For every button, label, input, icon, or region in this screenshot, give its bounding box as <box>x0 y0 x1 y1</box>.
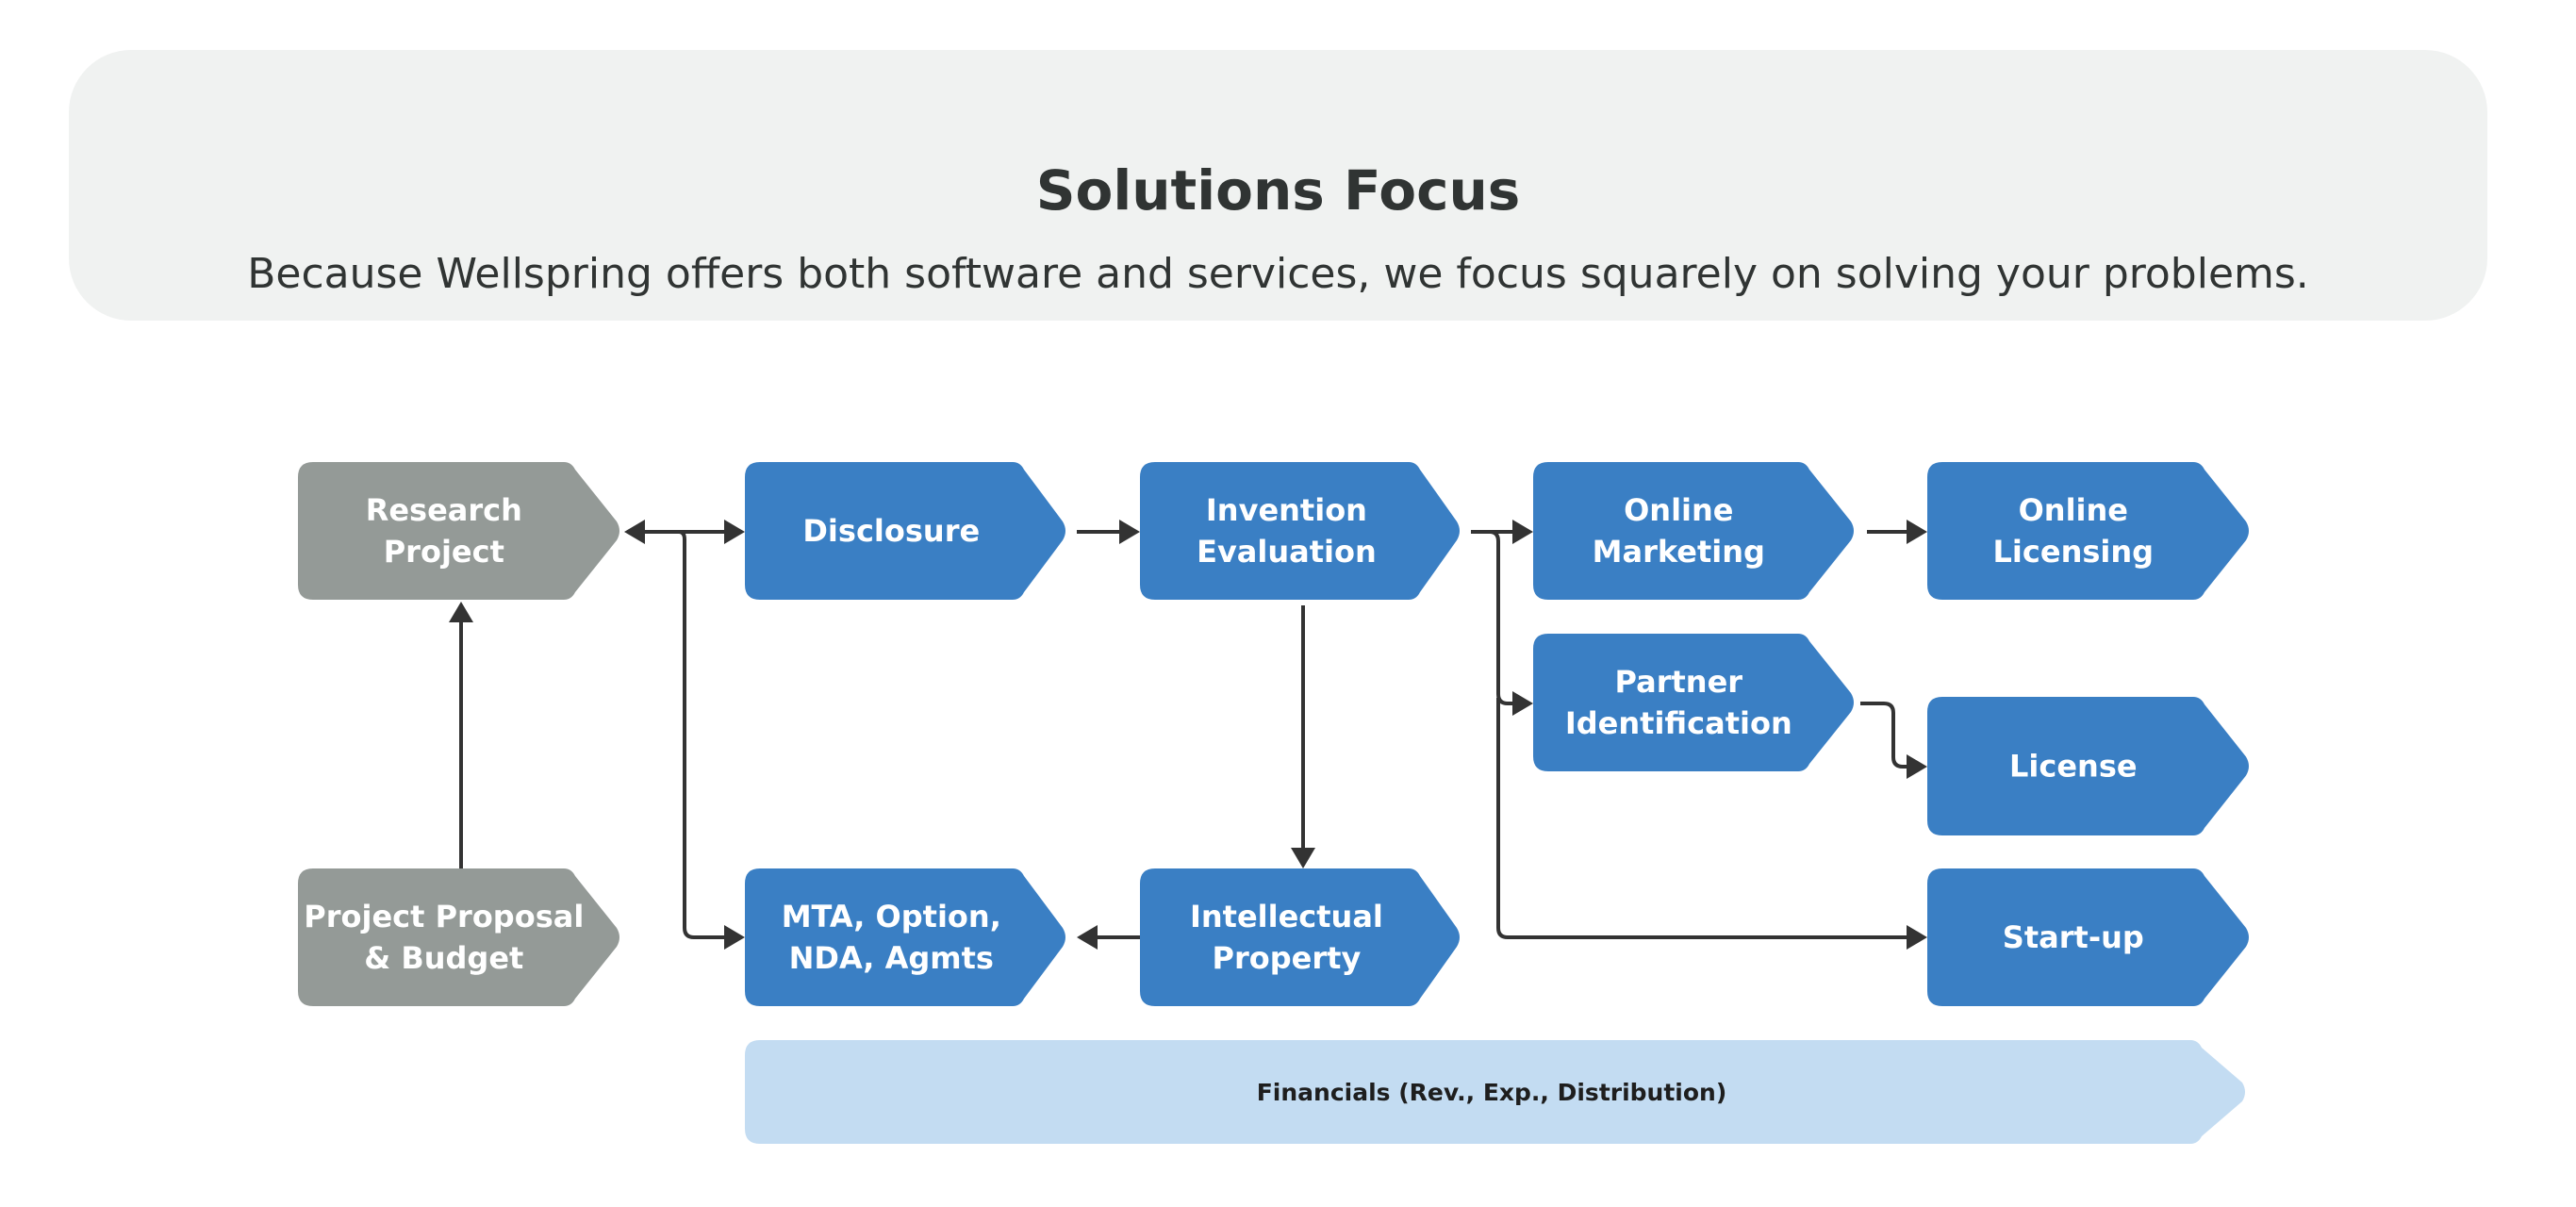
node-disclosure: Disclosure <box>745 462 1065 600</box>
node-research-project: Research Project <box>298 462 619 600</box>
arrowhead-icon <box>1119 520 1140 544</box>
node-shape <box>1533 462 1854 600</box>
arrowhead-icon <box>449 602 473 622</box>
node-label: Disclosure <box>802 513 980 549</box>
node-shape <box>745 868 1065 1006</box>
node-shape <box>1140 462 1460 600</box>
edge-partner-to-license <box>1860 702 1907 769</box>
edge-research-to-mta <box>678 530 724 939</box>
node-label: Financials (Rev., Exp., Distribution) <box>1257 1079 1727 1106</box>
node-financials: Financials (Rev., Exp., Distribution) <box>745 1040 2245 1144</box>
arrowhead-icon <box>624 520 645 544</box>
arrowhead-icon <box>1907 754 1927 779</box>
node-label: Project Proposal <box>304 899 584 934</box>
node-online-licensing: Online Licensing <box>1927 462 2249 600</box>
node-label: Research <box>366 492 522 528</box>
node-label: Identification <box>1565 705 1792 741</box>
node-label: Intellectual <box>1190 899 1383 934</box>
node-label: Online <box>2019 492 2128 528</box>
arrowhead-icon <box>1907 925 1927 950</box>
node-shape <box>298 462 619 600</box>
node-label: Marketing <box>1593 534 1765 570</box>
node-intellectual-property: Intellectual Property <box>1140 868 1460 1006</box>
node-label: Property <box>1213 940 1362 976</box>
node-shape <box>1140 868 1460 1006</box>
node-project-proposal-budget: Project Proposal & Budget <box>298 868 619 1006</box>
node-label: Licensing <box>1993 534 2155 570</box>
node-shape <box>1533 634 1854 771</box>
node-label: Partner <box>1615 664 1743 700</box>
node-label: Invention <box>1206 492 1367 528</box>
arrowhead-icon <box>1291 848 1315 868</box>
flow-diagram: Research Project Disclosure Invention Evalua… <box>298 462 2249 1144</box>
node-partner-identification: Partner Identification <box>1533 634 1854 771</box>
arrowhead-icon <box>724 925 745 950</box>
node-shape <box>1927 462 2249 600</box>
node-shape <box>298 868 619 1006</box>
node-label: Evaluation <box>1197 534 1377 570</box>
node-label: License <box>2009 749 2138 785</box>
node-label: & Budget <box>364 940 523 976</box>
node-online-marketing: Online Marketing <box>1533 462 1854 600</box>
node-mta-option-nda-agmts: MTA, Option, NDA, Agmts <box>745 868 1065 1006</box>
node-start-up: Start-up <box>1927 868 2249 1006</box>
node-label: Online <box>1624 492 1733 528</box>
node-label: Project <box>384 534 504 570</box>
node-invention-evaluation: Invention Evaluation <box>1140 462 1460 600</box>
arrowhead-icon <box>724 520 745 544</box>
arrowhead-icon <box>1077 925 1098 950</box>
node-label: MTA, Option, <box>782 899 1001 934</box>
edge-invention-to-partner <box>1489 530 1513 705</box>
node-label: Start-up <box>2003 919 2144 955</box>
arrowhead-icon <box>1512 691 1533 716</box>
nodes: Research Project Disclosure Invention Evalua… <box>298 462 2249 1144</box>
arrowhead-icon <box>1512 520 1533 544</box>
node-license: License <box>1927 697 2249 835</box>
arrowhead-icon <box>1907 520 1927 544</box>
node-label: NDA, Agmts <box>789 940 994 976</box>
